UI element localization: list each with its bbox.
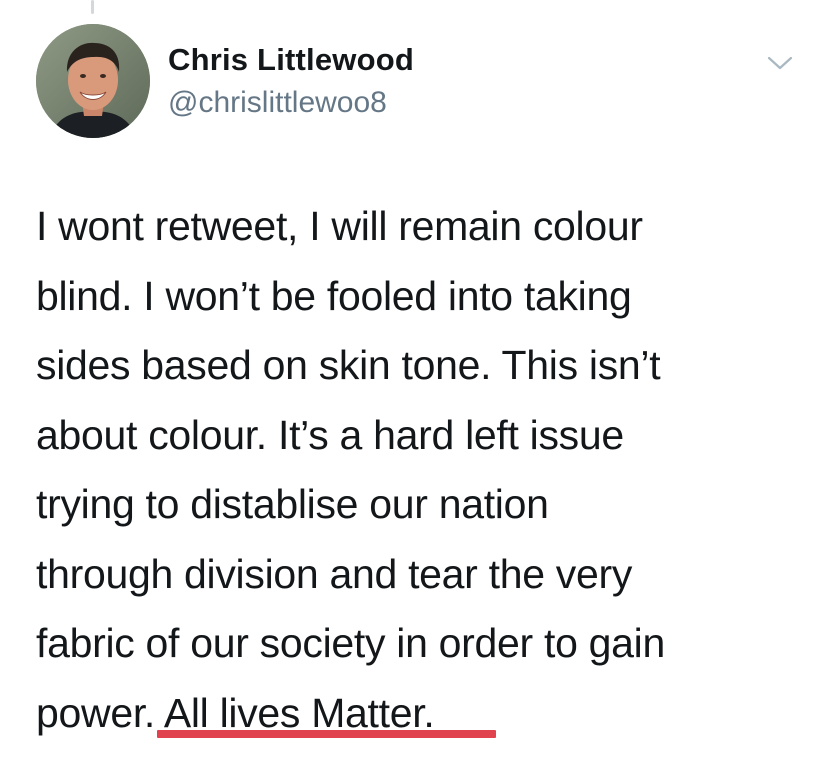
tweet-text-line: blind. I won’t be fooled into taking — [36, 272, 632, 319]
profile-photo — [36, 24, 150, 138]
author-handle[interactable]: @chrislittlewoo8 — [168, 86, 387, 120]
tweet-text-line: I wont retweet, I will remain colour — [36, 203, 643, 249]
tweet-text-line: trying to distablise our nation — [36, 481, 549, 527]
tweet-text-line: fabric of our society in order to gain — [36, 620, 665, 666]
tweet-text-line: about colour. It’s a hard left issue — [36, 411, 624, 458]
tweet-body: I wont retweet, I will remain colour bli… — [36, 192, 806, 748]
tweet-text-line: sides based on skin tone. This isn’t — [36, 342, 661, 388]
tweet-menu-button[interactable] — [766, 54, 794, 72]
tweet-text-line: through division and tear the very — [36, 550, 633, 597]
chevron-down-icon — [767, 56, 793, 70]
avatar[interactable] — [36, 24, 150, 138]
highlight-underline — [157, 730, 496, 738]
thread-connector-line — [91, 0, 94, 14]
author-display-name[interactable]: Chris Littlewood — [168, 42, 414, 78]
